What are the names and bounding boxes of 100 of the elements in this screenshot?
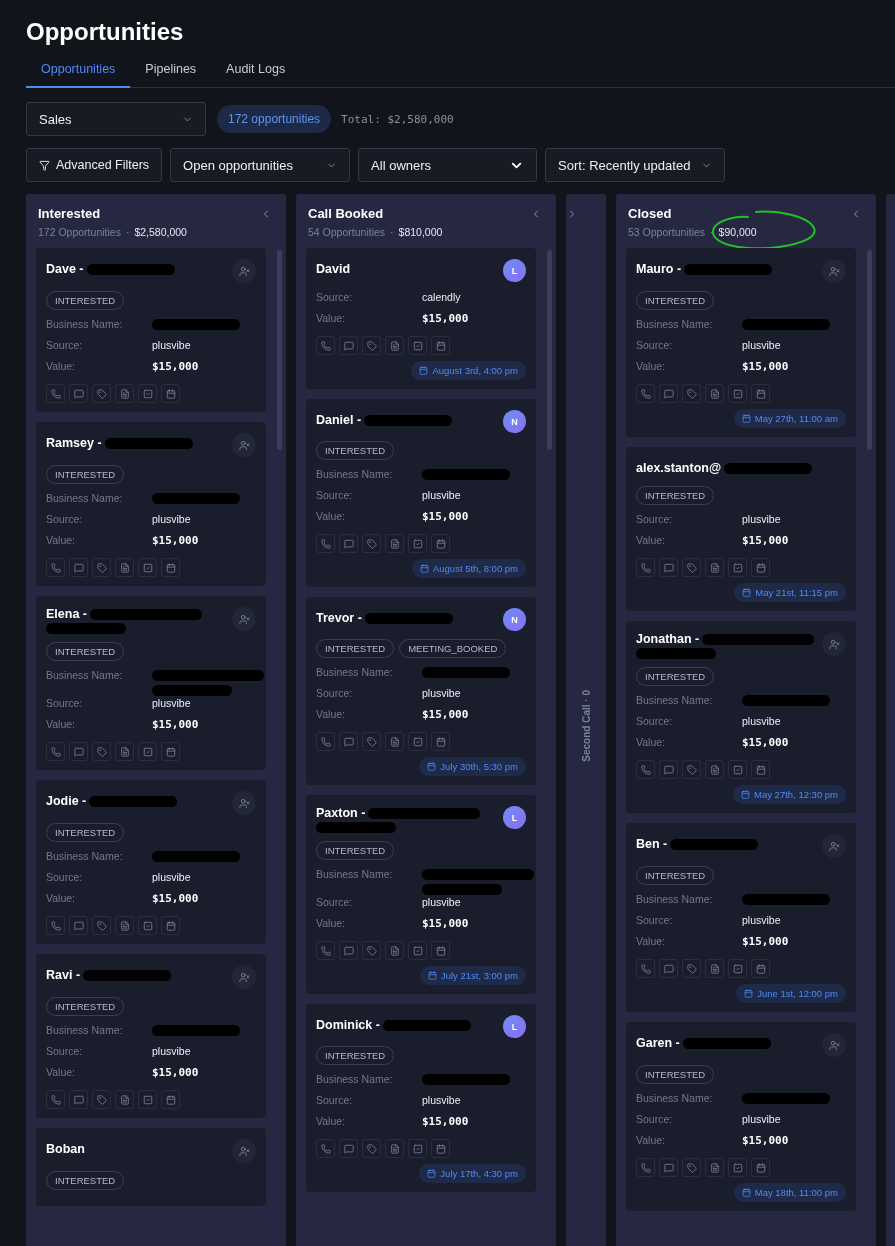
card-action-button[interactable] [408, 941, 427, 960]
assign-owner-button[interactable] [232, 607, 256, 631]
opportunity-card[interactable]: Boban INTERESTED [36, 1128, 266, 1206]
card-action-button[interactable] [659, 558, 678, 577]
card-action-button[interactable] [408, 732, 427, 751]
card-action-button[interactable] [316, 1139, 335, 1158]
card-action-button[interactable] [385, 732, 404, 751]
card-action-button[interactable] [46, 558, 65, 577]
opportunity-card[interactable]: alex.stanton@ INTERESTED Source: plusvibe Value: $15,000 May 21st, 11:15 pm [626, 447, 856, 611]
card-action-button[interactable] [138, 916, 157, 935]
card-action-button[interactable] [659, 1158, 678, 1177]
assign-owner-button[interactable] [822, 259, 846, 283]
card-action-button[interactable] [138, 742, 157, 761]
card-action-button[interactable] [682, 959, 701, 978]
card-action-button[interactable] [362, 1139, 381, 1158]
card-action-button[interactable] [728, 760, 747, 779]
card-action-button[interactable] [682, 558, 701, 577]
card-action-button[interactable] [728, 1158, 747, 1177]
card-action-button[interactable] [138, 558, 157, 577]
opportunity-card[interactable]: Jodie - INTERESTED Business Name: Source: plusvibe Value: $15,000 [36, 780, 266, 944]
card-action-button[interactable] [161, 742, 180, 761]
card-action-button[interactable] [138, 1090, 157, 1109]
sort-select[interactable]: Sort: Recently updated [545, 148, 726, 182]
card-action-button[interactable] [408, 534, 427, 553]
collapsed-column[interactable]: Second Call · 0 [566, 194, 606, 1246]
card-action-button[interactable] [636, 1158, 655, 1177]
assign-owner-button[interactable] [232, 259, 256, 283]
card-action-button[interactable] [339, 941, 358, 960]
card-action-button[interactable] [705, 558, 724, 577]
card-action-button[interactable] [316, 941, 335, 960]
card-action-button[interactable] [636, 760, 655, 779]
tab[interactable]: Audit Logs [211, 62, 301, 88]
opportunity-card[interactable]: Daniel - N INTERESTED Business Name: Source: plusvibe Value: $15,000 August 5th, 8:00 pm [306, 399, 536, 587]
card-action-button[interactable] [316, 732, 335, 751]
opportunity-card[interactable]: Ramsey - INTERESTED Business Name: Source: plusvibe Value: $15,000 [36, 422, 266, 586]
tab[interactable]: Pipelines [130, 62, 212, 88]
card-action-button[interactable] [339, 1139, 358, 1158]
card-action-button[interactable] [92, 916, 111, 935]
card-action-button[interactable] [728, 384, 747, 403]
opportunity-card[interactable]: Elena - INTERESTED Business Name: Source: plusvibe Value: $15,000 [36, 596, 266, 770]
card-action-button[interactable] [431, 941, 450, 960]
card-action-button[interactable] [659, 959, 678, 978]
card-action-button[interactable] [316, 534, 335, 553]
card-action-button[interactable] [362, 941, 381, 960]
card-action-button[interactable] [431, 1139, 450, 1158]
card-action-button[interactable] [339, 732, 358, 751]
card-action-button[interactable] [92, 1090, 111, 1109]
card-action-button[interactable] [69, 916, 88, 935]
scrollbar[interactable] [867, 250, 872, 450]
card-action-button[interactable] [431, 534, 450, 553]
card-action-button[interactable] [705, 760, 724, 779]
opportunity-card[interactable]: Ben - INTERESTED Business Name: Source: plusvibe Value: $15,000 June 1st, 12:00 pm [626, 823, 856, 1012]
assign-owner-button[interactable] [822, 1033, 846, 1057]
card-action-button[interactable] [161, 916, 180, 935]
card-action-button[interactable] [138, 384, 157, 403]
card-action-button[interactable] [69, 742, 88, 761]
card-action-button[interactable] [46, 1090, 65, 1109]
assign-owner-button[interactable] [822, 632, 846, 656]
card-action-button[interactable] [385, 336, 404, 355]
card-action-button[interactable] [46, 916, 65, 935]
card-action-button[interactable] [316, 336, 335, 355]
card-action-button[interactable] [362, 732, 381, 751]
scrollbar[interactable] [277, 250, 282, 450]
opportunity-card[interactable]: Dave - INTERESTED Business Name: Source: plusvibe Value: $15,000 [36, 248, 266, 412]
card-action-button[interactable] [115, 384, 134, 403]
card-action-button[interactable] [682, 384, 701, 403]
card-action-button[interactable] [115, 558, 134, 577]
card-action-button[interactable] [705, 959, 724, 978]
card-action-button[interactable] [728, 959, 747, 978]
card-action-button[interactable] [161, 384, 180, 403]
opportunity-card[interactable]: Mauro - INTERESTED Business Name: Source: plusvibe Value: $15,000 May 27th, 11:00 am [626, 248, 856, 437]
card-action-button[interactable] [385, 534, 404, 553]
card-action-button[interactable] [46, 384, 65, 403]
assign-owner-button[interactable] [232, 433, 256, 457]
card-action-button[interactable] [659, 760, 678, 779]
opportunity-card[interactable]: Paxton - L INTERESTED Business Name: Source: plusvibe Value: $15,000 July 21st, 3:00 pm [306, 795, 536, 994]
assign-owner-button[interactable] [822, 834, 846, 858]
card-action-button[interactable] [408, 1139, 427, 1158]
opportunity-card[interactable]: Garen - INTERESTED Business Name: Source: plusvibe Value: $15,000 May 18th, 11:00 pm [626, 1022, 856, 1211]
opportunity-card[interactable]: Dominick - L INTERESTED Business Name: Source: plusvibe Value: $15,000 July 17th, 4:30 pm [306, 1004, 536, 1192]
card-action-button[interactable] [659, 384, 678, 403]
tab[interactable]: Opportunities [26, 62, 131, 88]
card-action-button[interactable] [705, 384, 724, 403]
card-action-button[interactable] [46, 742, 65, 761]
card-action-button[interactable] [751, 384, 770, 403]
status-select[interactable]: Open opportunities [170, 148, 351, 182]
card-action-button[interactable] [751, 959, 770, 978]
assign-owner-button[interactable] [232, 965, 256, 989]
card-action-button[interactable] [636, 558, 655, 577]
card-action-button[interactable] [92, 742, 111, 761]
card-action-button[interactable] [751, 1158, 770, 1177]
card-action-button[interactable] [431, 732, 450, 751]
pipeline-select[interactable]: Sales [26, 102, 206, 136]
assign-owner-button[interactable] [232, 1139, 256, 1163]
card-action-button[interactable] [115, 742, 134, 761]
card-action-button[interactable] [751, 760, 770, 779]
card-action-button[interactable] [161, 558, 180, 577]
assign-owner-button[interactable] [232, 791, 256, 815]
card-action-button[interactable] [362, 534, 381, 553]
card-action-button[interactable] [385, 1139, 404, 1158]
